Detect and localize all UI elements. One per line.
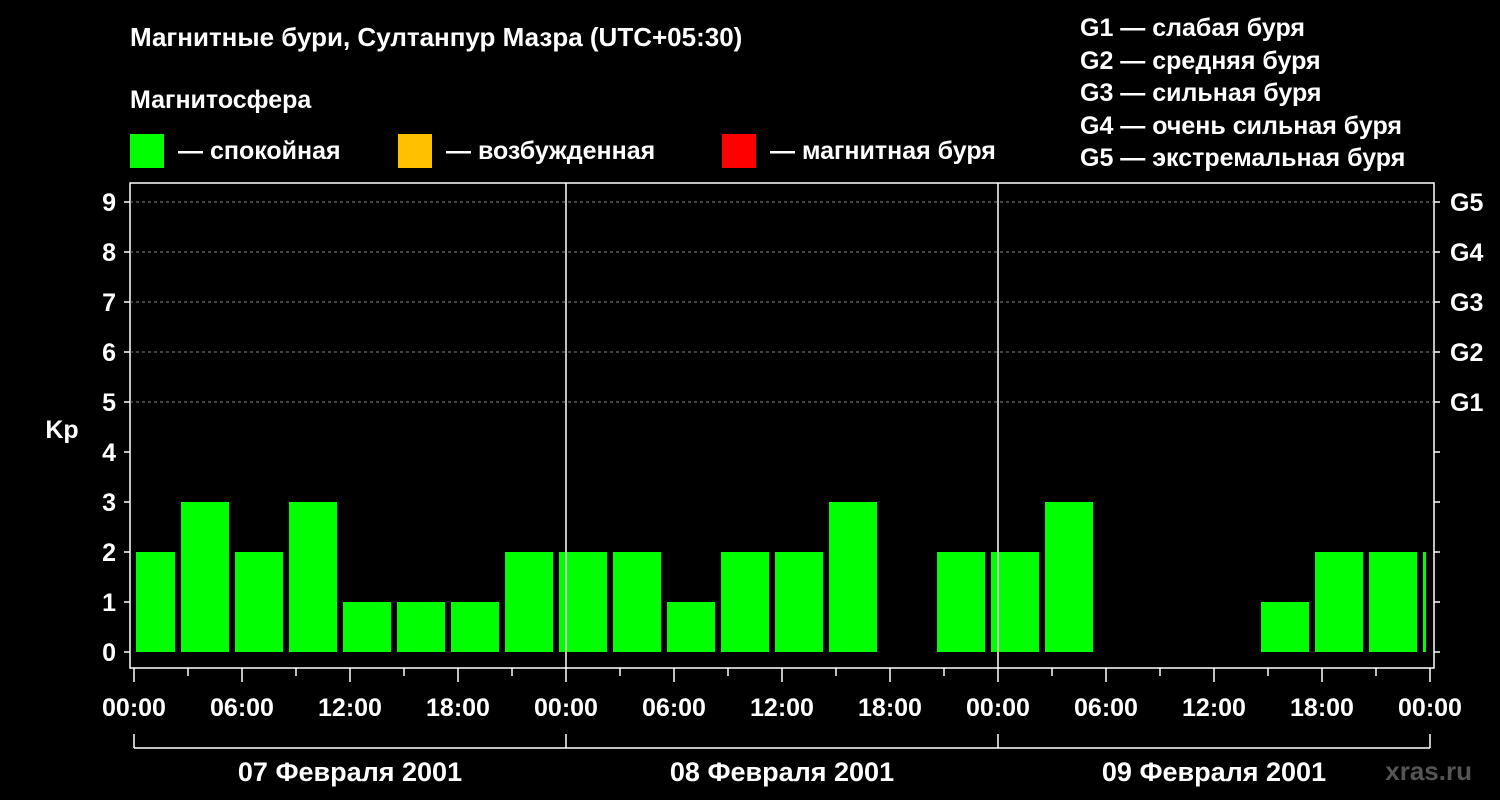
- kp-bar: [1045, 502, 1093, 652]
- y-tick-label: 3: [102, 489, 116, 517]
- day-label: 08 Февраля 2001: [670, 757, 894, 787]
- g-level-label-g5: G5: [1450, 189, 1483, 217]
- kp-bar-chart: 0 1 2 3 4 5 6 7 8 9 G1 G2 G3 G4 G5 Kp 00:00 06:00 12:00 18:…: [45, 182, 1483, 787]
- kp-bar: [451, 602, 499, 652]
- day-label: 07 Февраля 2001: [238, 757, 462, 787]
- y-tick-label: 9: [102, 189, 116, 217]
- kp-bar: [235, 552, 283, 652]
- y-tick-label: 6: [102, 339, 116, 367]
- kp-bar: [1261, 602, 1309, 652]
- y-tick-label: 0: [102, 639, 116, 667]
- kp-bar: [775, 552, 823, 652]
- y-axis-label: Kp: [45, 416, 78, 444]
- y-tick-label: 7: [102, 289, 116, 317]
- kp-bar: [1423, 552, 1426, 652]
- kp-bar: [289, 502, 337, 652]
- y-tick-label: 8: [102, 239, 116, 267]
- x-tick-label: 18:00: [858, 694, 922, 722]
- kp-bar: [136, 552, 175, 652]
- g-level-label-g3: G3: [1450, 289, 1483, 317]
- g-level-label-g1: G1: [1450, 389, 1483, 417]
- x-tick-label: 18:00: [1290, 694, 1354, 722]
- x-tick-label: 06:00: [210, 694, 274, 722]
- kp-bar: [721, 552, 769, 652]
- x-tick-label: 00:00: [534, 694, 598, 722]
- g-level-label-g4: G4: [1450, 239, 1483, 267]
- kp-bar: [829, 502, 877, 652]
- x-tick-label: 00:00: [1398, 694, 1462, 722]
- x-tick-label: 06:00: [1074, 694, 1138, 722]
- y-tick-label: 2: [102, 539, 116, 567]
- y-tick-label: 4: [102, 439, 116, 467]
- g-level-label-g2: G2: [1450, 339, 1483, 367]
- y-tick-label: 5: [102, 389, 116, 417]
- site-watermark: xras.ru: [1385, 756, 1472, 786]
- kp-bar: [343, 602, 391, 652]
- x-tick-label: 06:00: [642, 694, 706, 722]
- kp-bar: [397, 602, 445, 652]
- x-tick-label: 12:00: [1182, 694, 1246, 722]
- kp-bar: [1369, 552, 1417, 652]
- kp-bar: [505, 552, 553, 652]
- x-tick-label: 12:00: [318, 694, 382, 722]
- x-tick-label: 00:00: [102, 694, 166, 722]
- kp-bar: [937, 552, 985, 652]
- y-tick-label: 1: [102, 589, 116, 617]
- kp-bar: [613, 552, 661, 652]
- x-tick-label: 18:00: [426, 694, 490, 722]
- day-label: 09 Февраля 2001: [1102, 757, 1326, 787]
- kp-bar: [181, 502, 229, 652]
- x-tick-label: 00:00: [966, 694, 1030, 722]
- kp-bar: [667, 602, 715, 652]
- kp-bar: [1315, 552, 1363, 652]
- x-tick-label: 12:00: [750, 694, 814, 722]
